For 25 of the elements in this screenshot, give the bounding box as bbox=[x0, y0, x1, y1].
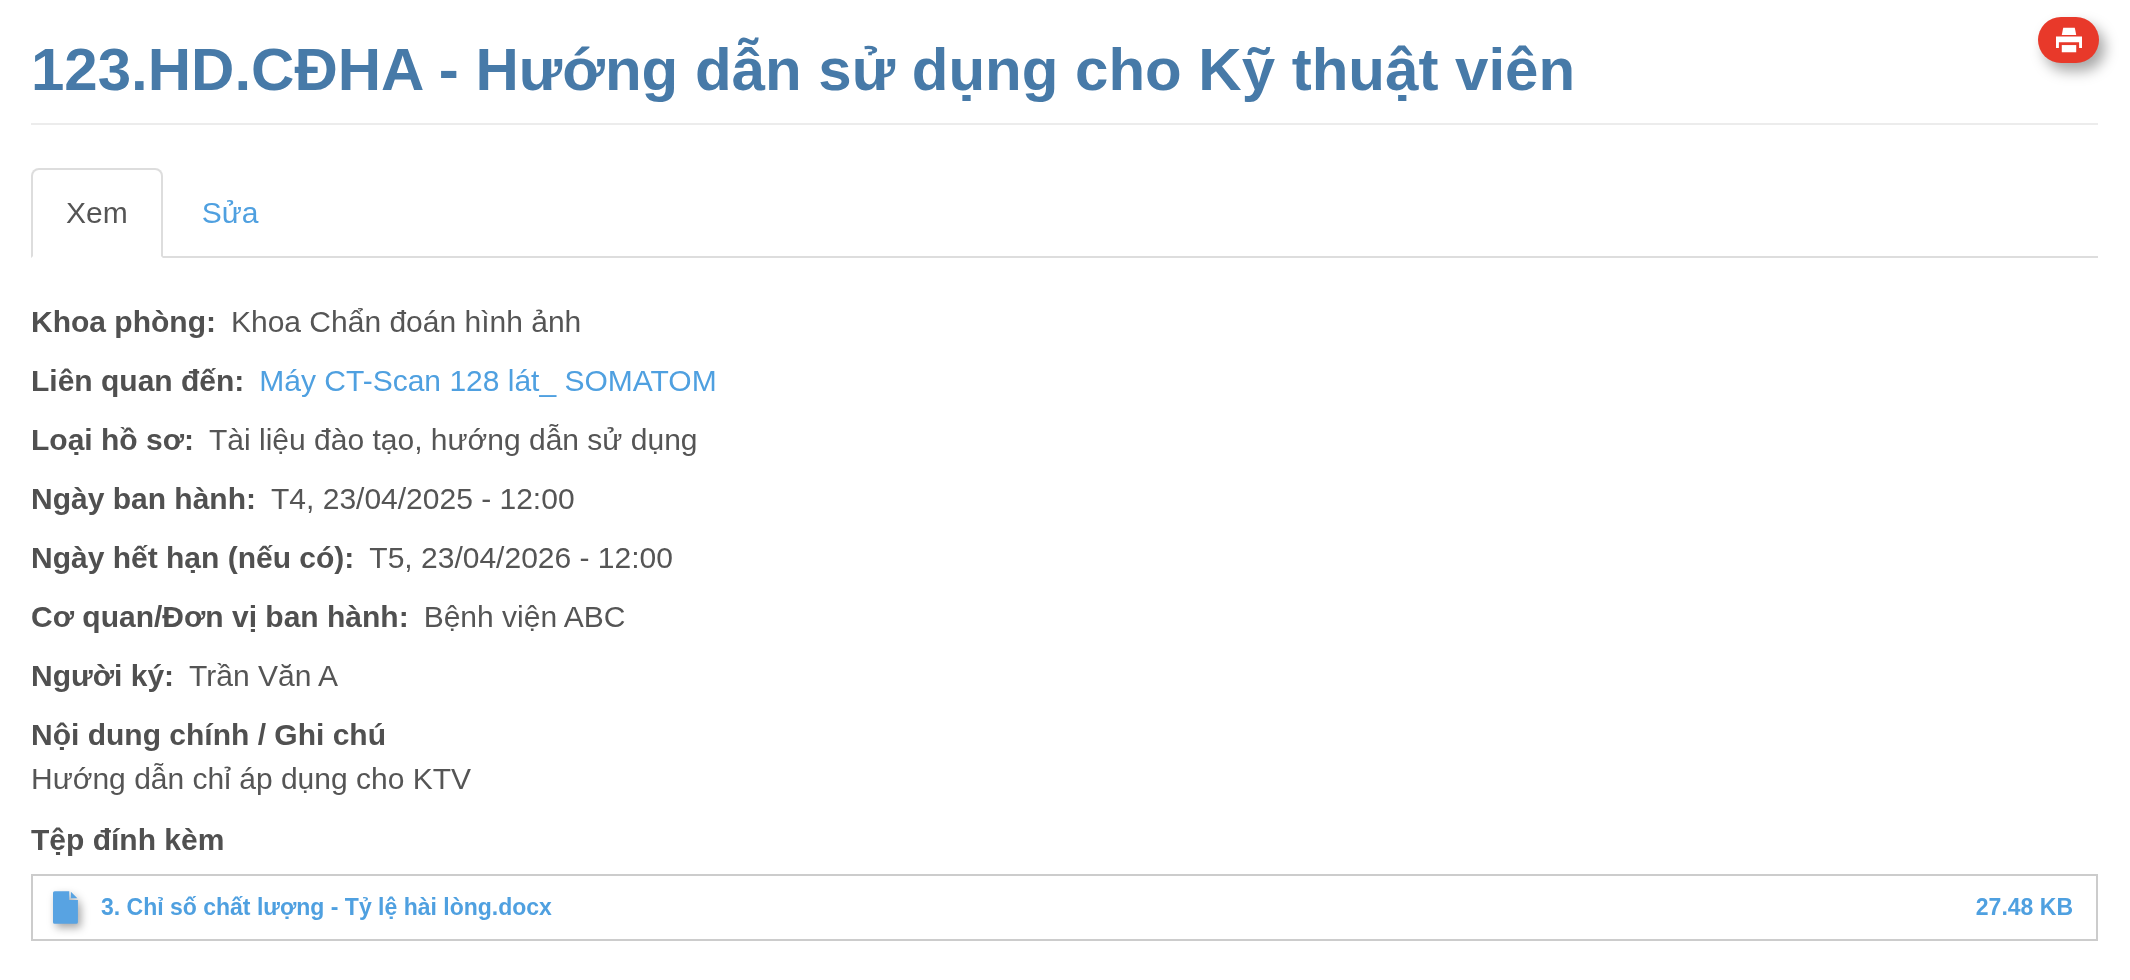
tab[interactable]: Sửa bbox=[166, 168, 294, 258]
field-link[interactable]: Máy CT-Scan 128 lát_ SOMATOM bbox=[259, 359, 717, 403]
file-link[interactable]: 3. Chỉ số chất lượng - Tỷ lệ hài lòng.docx bbox=[101, 894, 552, 921]
field-label: Liên quan đến: bbox=[31, 363, 245, 399]
page-title: 123.HD.CĐHA - Hướng dẫn sử dụng cho Kỹ thuật viên bbox=[31, 37, 1576, 103]
notes-heading: Nội dung chính / Ghi chú bbox=[31, 717, 387, 753]
file-icon bbox=[53, 891, 79, 924]
field-label: Loại hồ sơ: bbox=[31, 422, 194, 458]
field-label: Cơ quan/Đơn vị ban hành: bbox=[31, 599, 409, 635]
field-label: Ngày ban hành: bbox=[31, 481, 256, 517]
print-button[interactable] bbox=[2038, 17, 2099, 63]
field-value: Khoa Chẩn đoán hình ảnh bbox=[230, 304, 582, 340]
field-value: T5, 23/04/2026 - 12:00 bbox=[369, 540, 673, 576]
field-value: Trần Văn A bbox=[189, 658, 339, 694]
tab[interactable]: Xem bbox=[31, 168, 163, 258]
field-value: Tài liệu đào tạo, hướng dẫn sử dụng bbox=[209, 422, 698, 458]
field-label: Khoa phòng: bbox=[31, 304, 216, 340]
file-size: 27.48 KB bbox=[1975, 894, 2073, 921]
notes-text: Hướng dẫn chỉ áp dụng cho KTV bbox=[31, 761, 473, 797]
field-value: T4, 23/04/2025 - 12:00 bbox=[271, 481, 575, 517]
attachments-heading: Tệp đính kèm bbox=[31, 822, 226, 858]
printer-icon bbox=[2055, 27, 2082, 53]
field-label: Người ký: bbox=[31, 658, 175, 694]
field-value: Bệnh viện ABC bbox=[423, 599, 626, 635]
field-label: Ngày hết hạn (nếu có): bbox=[31, 540, 355, 576]
